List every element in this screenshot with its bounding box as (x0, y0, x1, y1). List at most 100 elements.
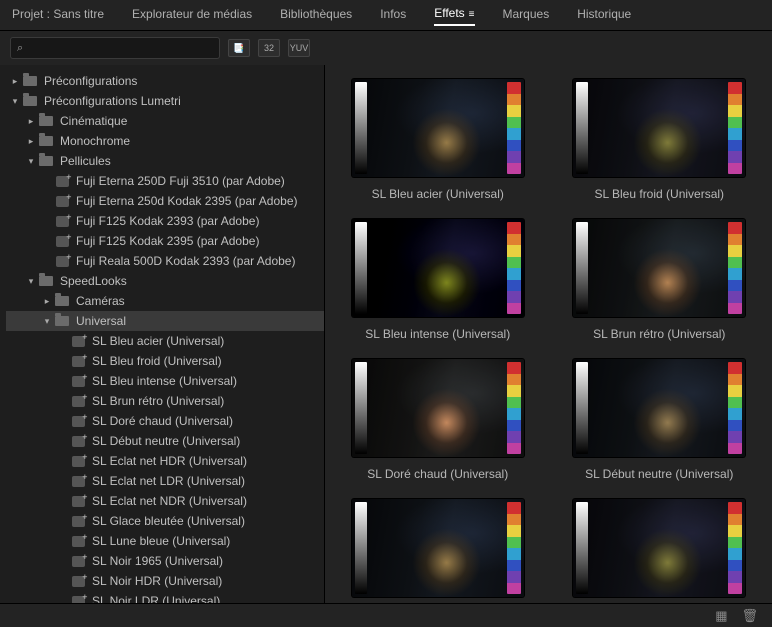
tree-preset[interactable]: ▸SL Bleu intense (Universal) (6, 371, 324, 391)
tree-folder[interactable]: ▸Préconfigurations (6, 71, 324, 91)
tree-preset[interactable]: ▸Fuji Eterna 250D Fuji 3510 (par Adobe) (6, 171, 324, 191)
preset-icon (70, 415, 86, 427)
tree-preset[interactable]: ▸Fuji Reala 500D Kodak 2393 (par Adobe) (6, 251, 324, 271)
tree-folder[interactable]: ▾ Préconfigurations Lumetri (6, 91, 324, 111)
preset-card[interactable]: SL Bleu intense (Universal) (333, 219, 543, 341)
tree-preset[interactable]: ▸SL Eclat net HDR (Universal) (6, 451, 324, 471)
search-input[interactable] (27, 41, 213, 55)
chevron-icon[interactable]: ▾ (10, 96, 20, 107)
preset-icon (70, 335, 86, 347)
tab-1[interactable]: Explorateur de médias (132, 7, 252, 25)
tab-3[interactable]: Infos (380, 7, 406, 25)
tree-preset[interactable]: ▸SL Bleu acier (Universal) (6, 331, 324, 351)
preset-caption: SL Bleu froid (Universal) (594, 187, 724, 201)
preset-thumbnail[interactable] (573, 359, 745, 457)
tree-preset[interactable]: ▸SL Glace bleutée (Universal) (6, 511, 324, 531)
chevron-icon[interactable]: ▸ (42, 296, 52, 307)
preset-thumbnail[interactable] (352, 499, 524, 597)
preset-caption: SL Doré chaud (Universal) (367, 467, 508, 481)
tree-label: Préconfigurations Lumetri (44, 94, 181, 108)
hue-ramp (728, 362, 742, 454)
tree-preset[interactable]: ▸SL Bleu froid (Universal) (6, 351, 324, 371)
preset-thumbnail[interactable] (352, 359, 524, 457)
preset-thumbnail[interactable] (573, 499, 745, 597)
grayscale-ramp (576, 82, 588, 174)
folder-icon (38, 275, 54, 287)
preset-card[interactable]: SL Doré chaud (Universal) (333, 359, 543, 481)
panel-menu-icon[interactable]: ≡ (469, 9, 475, 20)
search-input-wrap[interactable]: ⌕ (10, 37, 220, 59)
preset-icon (70, 515, 86, 527)
tab-5[interactable]: Marques (503, 7, 550, 25)
preset-icon (70, 595, 86, 603)
preset-card[interactable]: SL Début neutre (Universal) (555, 359, 765, 481)
chevron-icon[interactable]: ▸ (26, 136, 36, 147)
grayscale-ramp (576, 502, 588, 594)
preset-icon (70, 575, 86, 587)
tree-preset[interactable]: ▸SL Lune bleue (Universal) (6, 531, 324, 551)
chevron-icon[interactable]: ▸ (26, 116, 36, 127)
tree-label: SpeedLooks (60, 274, 127, 288)
tree-preset[interactable]: ▸SL Début neutre (Universal) (6, 431, 324, 451)
preset-icon (54, 255, 70, 267)
preset-thumbnail[interactable] (573, 79, 745, 177)
preset-icon (54, 195, 70, 207)
fx-badge-toggle[interactable]: 📑 (228, 39, 250, 57)
tree-label: Pellicules (60, 154, 111, 168)
tree-preset[interactable]: ▸Fuji F125 Kodak 2395 (par Adobe) (6, 231, 324, 251)
tree-label: SL Lune bleue (Universal) (92, 534, 230, 548)
folder-icon (22, 95, 38, 107)
tree-preset[interactable]: ▸SL Brun rétro (Universal) (6, 391, 324, 411)
tree-folder[interactable]: ▾Universal (6, 311, 324, 331)
tree-label: SL Noir LDR (Universal) (92, 594, 220, 603)
preset-card[interactable]: SL Bleu acier (Universal) (333, 79, 543, 201)
tree-folder[interactable]: ▸ Monochrome (6, 131, 324, 151)
chevron-icon[interactable]: ▾ (42, 316, 52, 327)
preset-grid[interactable]: SL Bleu acier (Universal) SL Bleu froid (… (325, 65, 772, 603)
tree-folder[interactable]: ▸Caméras (6, 291, 324, 311)
tree-folder[interactable]: ▾ Pellicules (6, 151, 324, 171)
delete-icon[interactable]: 🗑 (741, 608, 758, 624)
preset-caption: SL Bleu acier (Universal) (372, 187, 504, 201)
tree-preset[interactable]: ▸SL Noir HDR (Universal) (6, 571, 324, 591)
tree-preset[interactable]: ▸SL Noir LDR (Universal) (6, 591, 324, 603)
tree-folder[interactable]: ▸Cinématique (6, 111, 324, 131)
preset-icon (54, 175, 70, 187)
tree-label: SL Eclat net LDR (Universal) (92, 474, 245, 488)
preset-icon (70, 535, 86, 547)
tree-preset[interactable]: ▸SL Eclat net NDR (Universal) (6, 491, 324, 511)
yuv-badge-toggle[interactable]: YUV (288, 39, 310, 57)
chevron-icon[interactable]: ▸ (10, 76, 20, 87)
chevron-icon[interactable]: ▾ (26, 156, 36, 167)
tree-preset[interactable]: ▸SL Eclat net LDR (Universal) (6, 471, 324, 491)
grayscale-ramp (355, 82, 367, 174)
tree-preset[interactable]: ▸SL Noir 1965 (Universal) (6, 551, 324, 571)
preset-card[interactable] (333, 499, 543, 603)
folder-icon (22, 75, 38, 87)
thirtytwo-badge-toggle[interactable]: 32 (258, 39, 280, 57)
tree-label: SL Bleu acier (Universal) (92, 334, 224, 348)
preset-card[interactable]: SL Bleu froid (Universal) (555, 79, 765, 201)
preset-card[interactable] (555, 499, 765, 603)
grayscale-ramp (576, 362, 588, 454)
tree-preset[interactable]: ▸Fuji F125 Kodak 2393 (par Adobe) (6, 211, 324, 231)
preset-thumbnail[interactable] (352, 79, 524, 177)
tree-folder[interactable]: ▾ SpeedLooks (6, 271, 324, 291)
preset-card[interactable]: SL Brun rétro (Universal) (555, 219, 765, 341)
tree-label: SL Eclat net NDR (Universal) (92, 494, 247, 508)
tab-6[interactable]: Historique (577, 7, 631, 25)
tree-preset[interactable]: ▸Fuji Eterna 250d Kodak 2395 (par Adobe) (6, 191, 324, 211)
tab-2[interactable]: Bibliothèques (280, 7, 352, 25)
preset-thumbnail[interactable] (573, 219, 745, 317)
chevron-icon[interactable]: ▾ (26, 276, 36, 287)
new-bin-icon[interactable]: ▦ (715, 608, 727, 624)
tab-4[interactable]: Effets≡ (434, 6, 474, 26)
preset-thumbnail[interactable] (352, 219, 524, 317)
tree-label: SL Brun rétro (Universal) (92, 394, 224, 408)
tab-0[interactable]: Projet : Sans titre (12, 7, 104, 25)
effects-tree[interactable]: ▸Préconfigurations ▾ Préconfigurations Lum… (0, 65, 325, 603)
preset-caption: SL Brun rétro (Universal) (593, 327, 725, 341)
tree-label: Monochrome (60, 134, 130, 148)
tree-preset[interactable]: ▸SL Doré chaud (Universal) (6, 411, 324, 431)
tree-label: SL Début neutre (Universal) (92, 434, 240, 448)
